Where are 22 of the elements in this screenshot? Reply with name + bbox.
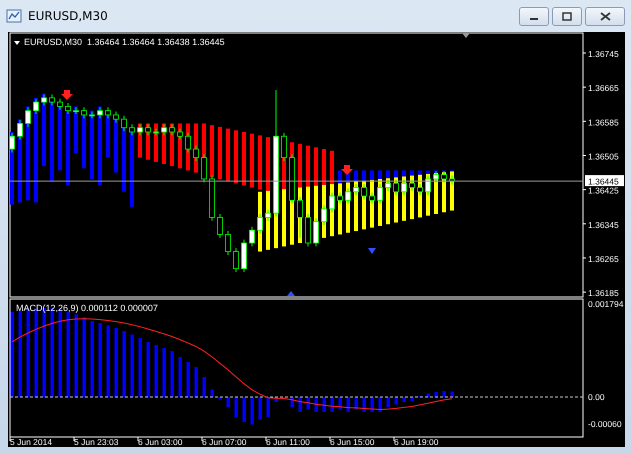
time-axis-label: 6 Jun 11:00 bbox=[266, 437, 310, 447]
price-axis-label: 1.36665 bbox=[588, 83, 619, 94]
time-axis-label: 6 Jun 15:00 bbox=[330, 437, 374, 447]
price-axis-label: 1.36505 bbox=[588, 151, 619, 162]
price-axis-label: 1.36345 bbox=[588, 220, 619, 230]
time-axis-label: 6 Jun 19:00 bbox=[394, 437, 438, 447]
macd-axis-label: 0.001794 bbox=[588, 299, 624, 309]
chart-legend: EURUSD,M30 1.36464 1.36464 1.36438 1.36445 bbox=[24, 37, 225, 47]
price-axis-label: 1.36425 bbox=[588, 186, 619, 196]
time-axis-label: 6 Jun 03:00 bbox=[138, 437, 182, 447]
macd-legend: MACD(12,26,9) 0.000112 0.000007 bbox=[16, 303, 158, 313]
price-axis-label: 1.36745 bbox=[588, 49, 619, 59]
current-price-label: 1.36445 bbox=[585, 175, 624, 187]
time-axis-label: 6 Jun 07:00 bbox=[202, 437, 246, 447]
window-title: EURUSD,M30 bbox=[28, 9, 109, 23]
price-axis-label: 1.36265 bbox=[588, 254, 619, 264]
macd-axis-label: -0.00060 bbox=[588, 419, 622, 429]
price-axis-label: 1.36185 bbox=[588, 288, 619, 298]
price-axis-label: 1.36585 bbox=[588, 117, 619, 128]
time-axis-label: 5 Jun 23:03 bbox=[74, 437, 118, 447]
macd-axis-label: 0.00 bbox=[588, 392, 605, 402]
time-axis-label: 5 Jun 2014 bbox=[10, 437, 52, 447]
